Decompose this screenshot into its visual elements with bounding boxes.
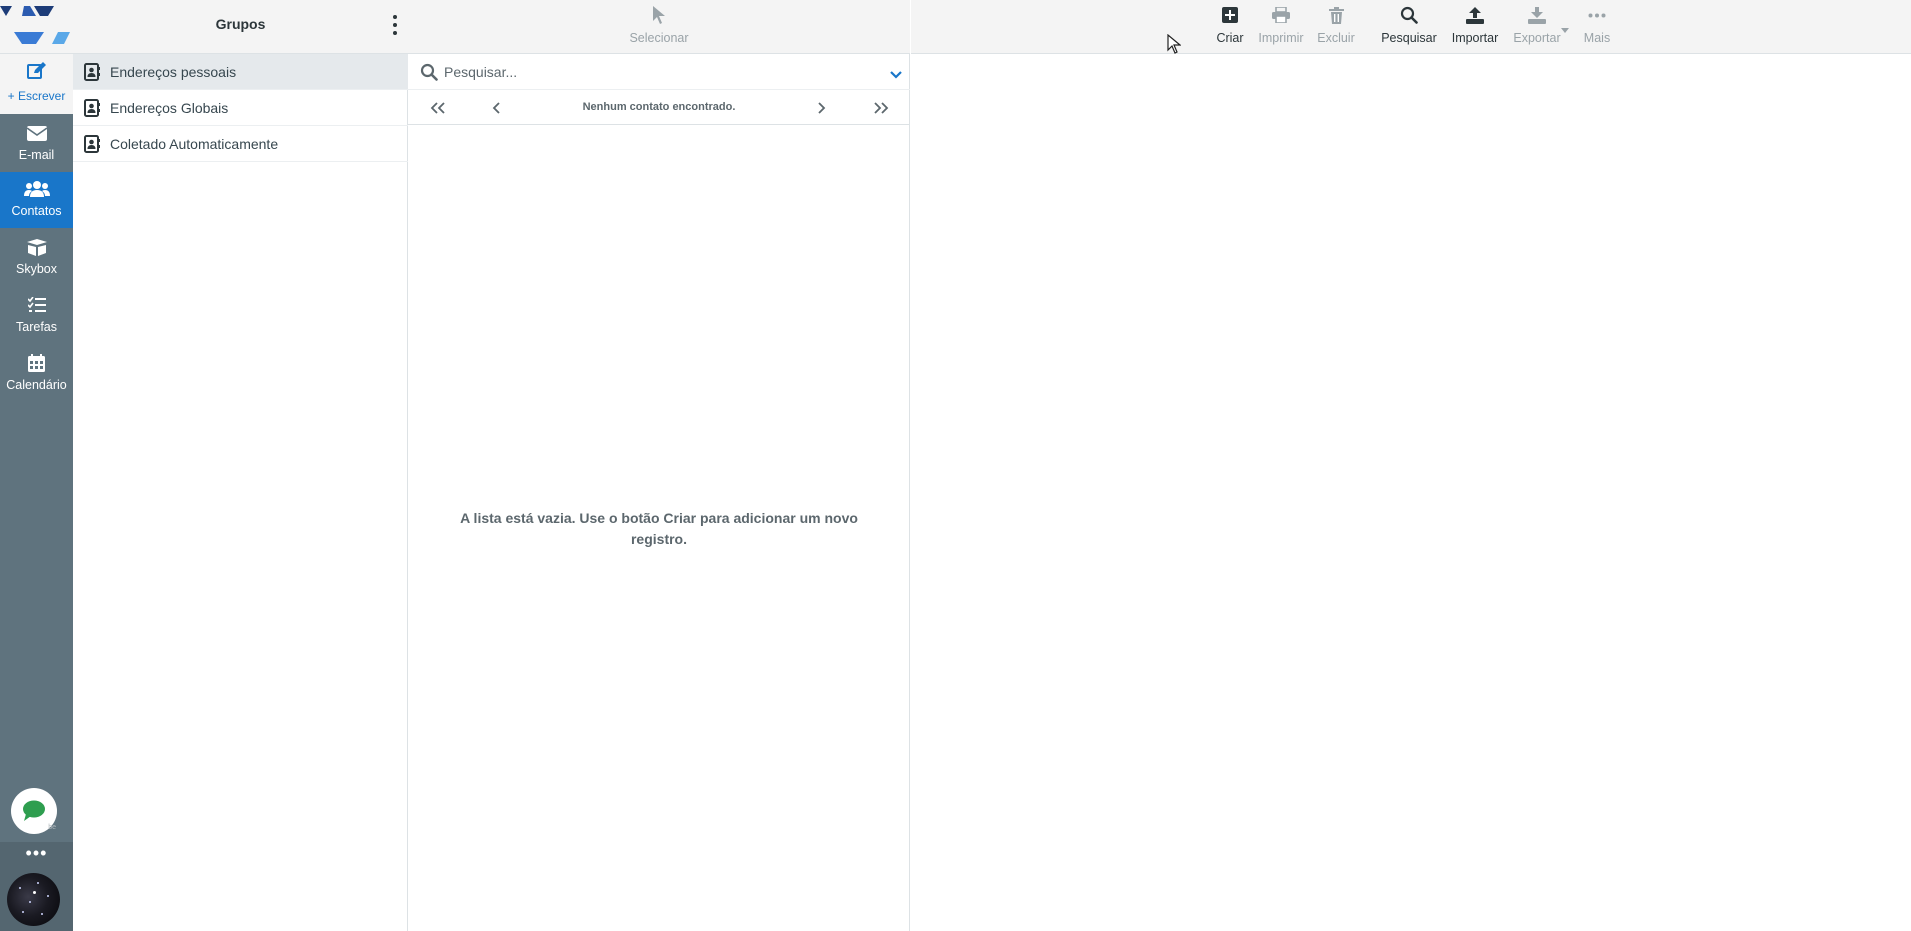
nav-item-skybox[interactable]: Skybox — [0, 230, 73, 286]
search-toolbar-button[interactable]: Pesquisar — [1379, 0, 1439, 54]
more-dots-icon — [1577, 5, 1617, 25]
more-label: Mais — [1583, 31, 1611, 45]
create-button[interactable]: Criar — [1212, 0, 1248, 54]
import-label: Importar — [1451, 31, 1499, 45]
chat-bubble-icon — [23, 800, 45, 821]
nav-item-tasks[interactable]: Tarefas — [0, 288, 73, 344]
compose-button[interactable]: + Escrever — [0, 54, 73, 114]
kebab-menu-icon[interactable] — [390, 15, 400, 35]
app-logo[interactable] — [0, 0, 73, 54]
address-book-icon — [84, 63, 100, 86]
export-button[interactable]: Exportar — [1509, 0, 1565, 54]
nav-label-calendar: Calendário — [6, 378, 67, 392]
groups-header: Grupos — [73, 0, 408, 54]
import-button[interactable]: Importar — [1447, 0, 1503, 54]
more-apps-button[interactable]: ••• — [0, 842, 73, 864]
box-icon — [0, 237, 73, 257]
nav-item-contacts[interactable]: Contatos — [0, 172, 73, 228]
mouse-cursor-icon — [1167, 33, 1182, 59]
chat-badge-text: be — [48, 824, 56, 831]
select-label: Selecionar — [629, 31, 689, 45]
users-icon — [0, 179, 73, 199]
caret-down-icon[interactable] — [1561, 20, 1569, 38]
group-item-global[interactable]: Endereços Globais — [73, 90, 408, 126]
compose-label: + Escrever — [7, 89, 66, 103]
plus-square-icon — [1212, 5, 1248, 25]
printer-icon — [1256, 5, 1306, 25]
pagination: Nenhum contato encontrado. — [408, 90, 910, 125]
select-button[interactable]: Selecionar — [408, 0, 910, 54]
pager-status: Nenhum contato encontrado. — [582, 101, 736, 113]
more-button[interactable]: Mais — [1577, 0, 1617, 54]
list-header: Selecionar — [408, 0, 910, 54]
pointer-icon — [408, 5, 910, 25]
logo-icon — [0, 6, 70, 44]
search-icon — [420, 63, 438, 86]
create-label: Criar — [1216, 31, 1244, 45]
nav-label-tasks: Tarefas — [16, 320, 57, 334]
delete-button[interactable]: Excluir — [1314, 0, 1358, 54]
download-icon — [1509, 5, 1565, 25]
empty-list-message: A lista está vazia. Use o botão Criar pa… — [460, 510, 858, 547]
address-book-icon — [84, 135, 100, 158]
search-icon — [1379, 5, 1439, 25]
chat-button[interactable]: be — [11, 788, 57, 834]
groups-panel: Grupos Endereços pessoais Endereços Glob… — [73, 0, 408, 931]
group-label: Coletado Automaticamente — [110, 136, 279, 152]
group-item-personal[interactable]: Endereços pessoais — [73, 54, 408, 90]
print-label: Imprimir — [1258, 31, 1304, 45]
nav-item-email[interactable]: E-mail — [0, 116, 73, 172]
upload-icon — [1447, 5, 1503, 25]
group-label: Endereços pessoais — [110, 64, 237, 80]
search-input[interactable] — [444, 60, 874, 84]
avatar[interactable] — [7, 873, 60, 926]
search-toolbar-label: Pesquisar — [1381, 31, 1437, 45]
nav-item-calendar[interactable]: Calendário — [0, 346, 73, 402]
nav-label-skybox: Skybox — [16, 262, 57, 276]
nav-label-email: E-mail — [18, 148, 55, 162]
envelope-icon — [0, 123, 73, 143]
next-page-icon[interactable] — [815, 99, 829, 117]
export-label: Exportar — [1513, 31, 1561, 45]
nav-rail: + Escrever E-mail Contatos Skybox Tarefa… — [0, 0, 73, 931]
group-item-collected[interactable]: Coletado Automaticamente — [73, 126, 408, 162]
search-bar — [408, 54, 910, 90]
print-button[interactable]: Imprimir — [1256, 0, 1306, 54]
chevron-down-icon[interactable] — [890, 66, 902, 84]
group-label: Endereços Globais — [110, 100, 229, 116]
delete-label: Excluir — [1317, 31, 1355, 45]
trash-icon — [1314, 5, 1358, 25]
nav-label-contacts: Contatos — [11, 204, 62, 218]
tasks-icon — [0, 295, 73, 315]
calendar-icon — [0, 353, 73, 373]
address-book-icon — [84, 99, 100, 122]
last-page-icon[interactable] — [871, 99, 891, 117]
contacts-list-panel: Selecionar Nenhum contato encontrado. A … — [408, 0, 910, 931]
edit-icon — [0, 61, 73, 81]
groups-title: Grupos — [215, 16, 266, 32]
